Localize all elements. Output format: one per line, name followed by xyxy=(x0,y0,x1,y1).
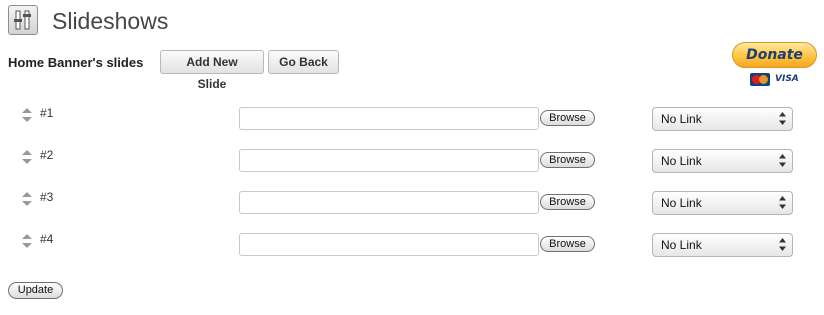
slide-link-value: No Link xyxy=(661,112,702,126)
slideshow-settings-icon xyxy=(8,5,38,35)
mastercard-icon xyxy=(750,73,770,86)
slide-row: #4 Browse No Link xyxy=(0,232,824,259)
reorder-handle-icon[interactable] xyxy=(22,192,32,206)
slide-number: #1 xyxy=(40,106,54,120)
page-title: Slideshows xyxy=(52,8,169,34)
slide-image-url-input[interactable] xyxy=(239,149,539,172)
slide-row: #2 Browse No Link xyxy=(0,148,824,175)
slide-image-url-input[interactable] xyxy=(239,107,539,130)
select-arrows-icon xyxy=(779,238,786,251)
slide-row: #3 Browse No Link xyxy=(0,190,824,217)
select-arrows-icon xyxy=(779,196,786,209)
slide-number: #3 xyxy=(40,190,54,204)
slide-link-value: No Link xyxy=(661,238,702,252)
add-new-slide-button[interactable]: Add New Slide xyxy=(160,50,264,91)
update-button[interactable]: Update xyxy=(8,282,63,299)
reorder-handle-icon[interactable] xyxy=(22,150,32,164)
slide-image-url-input[interactable] xyxy=(239,233,539,256)
slide-number: #2 xyxy=(40,148,54,162)
select-arrows-icon xyxy=(779,112,786,125)
browse-button[interactable]: Browse xyxy=(540,236,595,252)
browse-button[interactable]: Browse xyxy=(540,194,595,210)
slide-row: #1 Browse No Link xyxy=(0,106,824,133)
slide-link-select[interactable]: No Link xyxy=(652,149,793,173)
slideshow-name-heading: Home Banner's slides xyxy=(8,55,144,70)
slide-link-select[interactable]: No Link xyxy=(652,233,793,257)
slide-number: #4 xyxy=(40,232,54,246)
slide-link-select[interactable]: No Link xyxy=(652,191,793,215)
reorder-handle-icon[interactable] xyxy=(22,234,32,248)
slide-image-url-input[interactable] xyxy=(239,191,539,214)
slide-link-value: No Link xyxy=(661,154,702,168)
browse-button[interactable]: Browse xyxy=(540,110,595,126)
donate-button[interactable]: Donate xyxy=(732,42,817,68)
reorder-handle-icon[interactable] xyxy=(22,108,32,122)
slide-link-value: No Link xyxy=(661,196,702,210)
select-arrows-icon xyxy=(779,154,786,167)
visa-icon: VISA xyxy=(775,74,799,84)
browse-button[interactable]: Browse xyxy=(540,152,595,168)
slide-link-select[interactable]: No Link xyxy=(652,107,793,131)
go-back-button[interactable]: Go Back xyxy=(268,50,339,74)
